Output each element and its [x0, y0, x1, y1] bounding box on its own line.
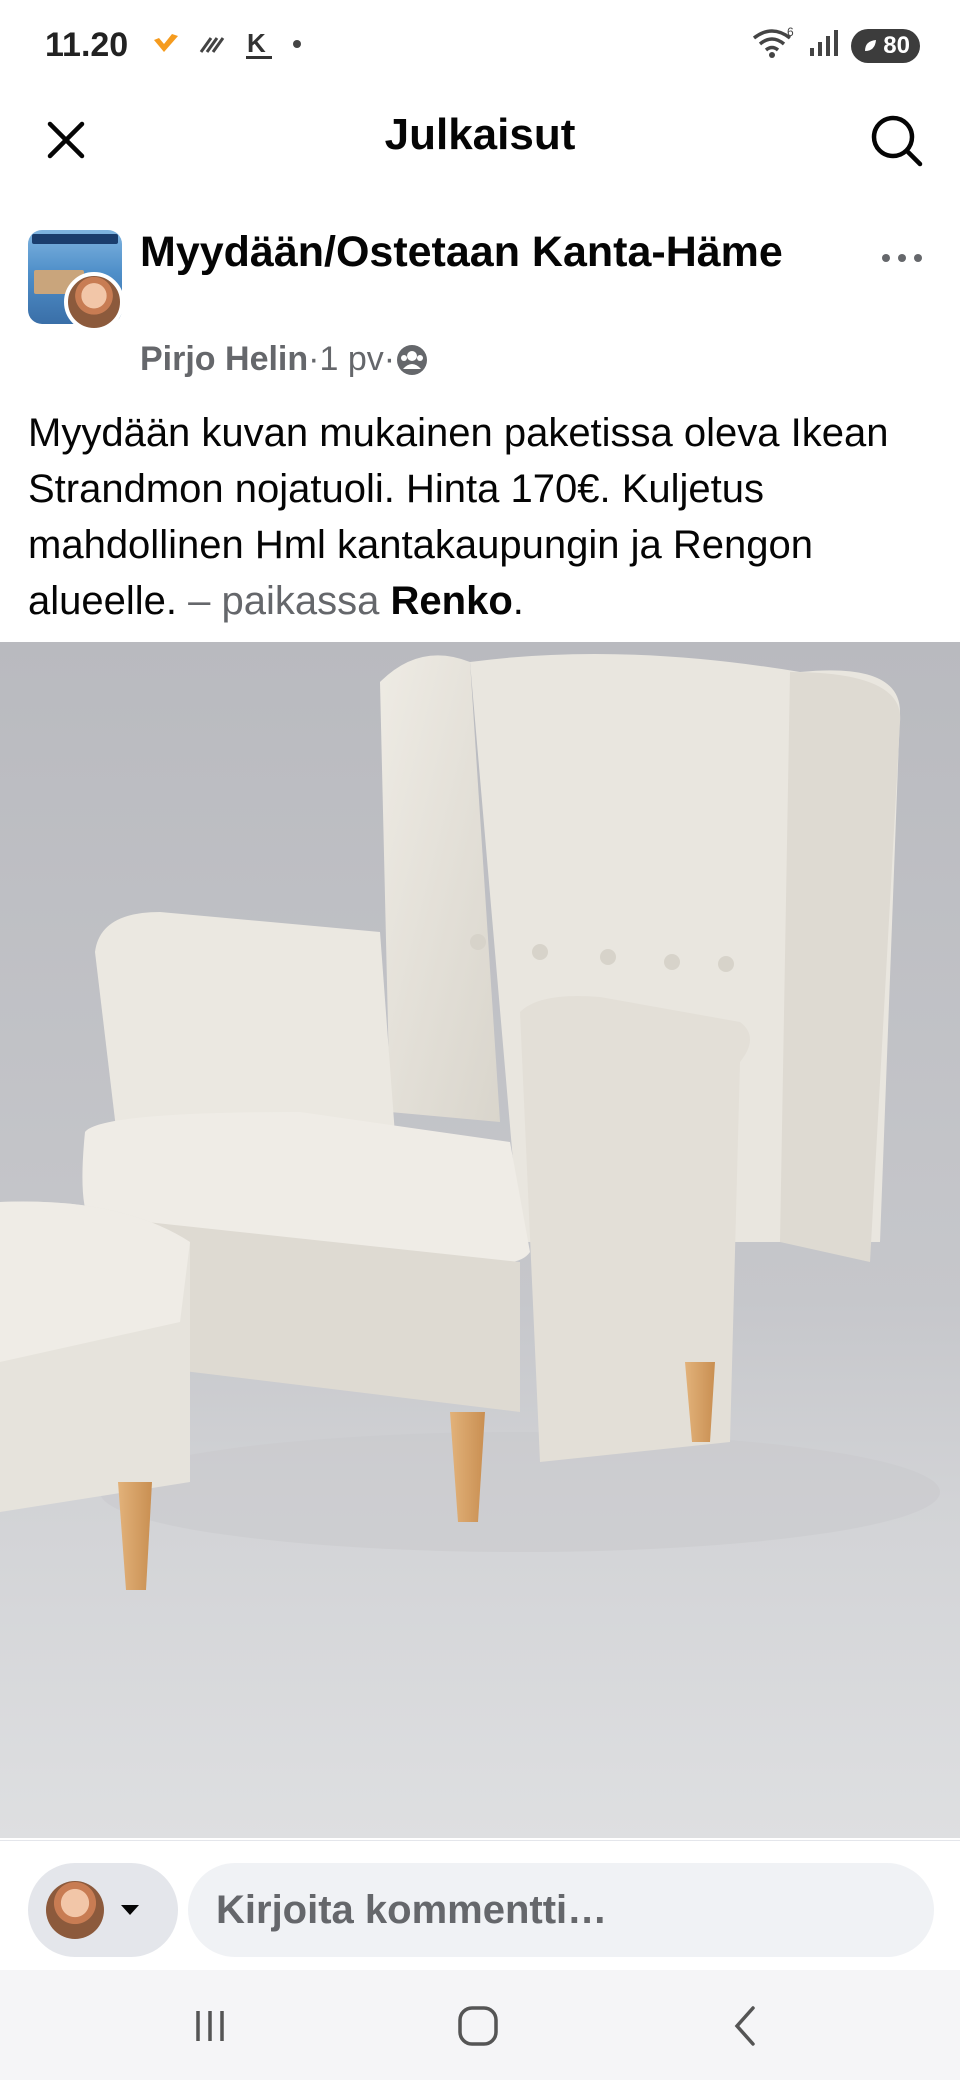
comment-bar: Kirjoita kommentti…	[0, 1840, 960, 1970]
system-nav-bar	[0, 1970, 960, 2080]
group-name[interactable]: Myydään/Ostetaan Kanta-Häme	[140, 224, 840, 280]
svg-text:K: K	[247, 28, 266, 58]
post-meta: Pirjo Helin · 1 pv ·	[140, 340, 429, 379]
search-button[interactable]	[866, 110, 928, 172]
nfc-icon	[198, 32, 228, 61]
back-icon	[734, 2006, 755, 2046]
recent-apps-icon	[196, 2011, 224, 2041]
meta-separator: ·	[383, 340, 396, 378]
post-header: Myydään/Ostetaan Kanta-Häme Pirjo Helin …	[0, 210, 960, 410]
notification-dot-icon	[290, 37, 304, 56]
author-avatar[interactable]	[64, 272, 124, 332]
wifi-icon: 6	[751, 25, 797, 65]
back-button[interactable]	[706, 1998, 786, 2054]
location-link[interactable]: Renko	[391, 579, 513, 623]
status-icons-right: 6 80	[751, 25, 920, 65]
more-dot	[882, 254, 890, 262]
user-avatar	[46, 1881, 104, 1939]
vpn-heart-icon	[150, 30, 182, 63]
search-icon	[871, 115, 923, 167]
battery-icon: 80	[851, 28, 920, 63]
svg-text:6: 6	[787, 26, 794, 39]
page-title: Julkaisut	[384, 110, 576, 159]
post-age[interactable]: 1 pv	[319, 340, 383, 379]
author-name[interactable]: Pirjo Helin	[140, 340, 308, 379]
status-bar: 11.20 K 6 80	[0, 0, 960, 92]
k-app-icon: K	[244, 28, 274, 65]
profile-switcher[interactable]	[28, 1863, 178, 1957]
comment-input[interactable]: Kirjoita kommentti…	[188, 1863, 934, 1957]
home-button[interactable]	[438, 1998, 518, 2054]
app-header: Julkaisut	[0, 92, 960, 184]
more-options-button[interactable]	[872, 238, 932, 278]
group-members-icon	[395, 343, 429, 377]
location-suffix: .	[512, 579, 524, 623]
close-icon	[47, 121, 85, 159]
recent-apps-button[interactable]	[170, 1998, 250, 2054]
battery-level: 80	[883, 31, 910, 59]
location-prefix: – paikassa	[188, 579, 380, 623]
post-photo[interactable]	[0, 642, 960, 1838]
close-button[interactable]	[38, 112, 94, 168]
chevron-down-icon	[121, 1905, 139, 1915]
signal-icon	[807, 28, 841, 63]
group-avatar-banner	[32, 234, 118, 244]
status-icons-left: K	[150, 28, 304, 65]
post-body: Myydään kuvan mukainen paketissa oleva I…	[28, 405, 938, 629]
more-dot	[898, 254, 906, 262]
meta-separator: ·	[308, 340, 320, 378]
armchair-photo	[0, 642, 960, 1838]
status-time: 11.20	[45, 26, 129, 64]
home-icon	[458, 2006, 498, 2046]
more-dot	[914, 254, 922, 262]
